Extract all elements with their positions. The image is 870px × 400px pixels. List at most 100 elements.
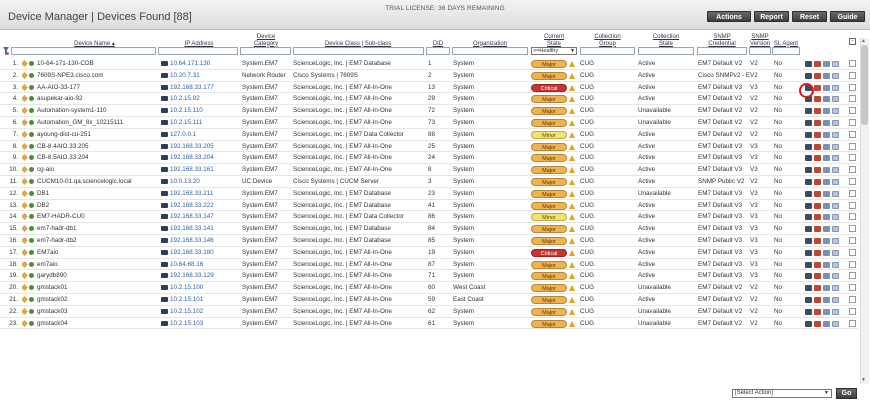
row-checkbox[interactable] — [849, 118, 856, 126]
status-badge[interactable]: Major — [531, 95, 567, 104]
edit-icon[interactable] — [22, 71, 29, 79]
device-name-link[interactable]: gmstack01 — [37, 282, 152, 294]
col-snmp-credential[interactable]: SNMP Credential — [697, 30, 747, 47]
ticket-icon[interactable] — [823, 108, 830, 115]
ticket-icon[interactable] — [823, 214, 830, 221]
status-badge[interactable]: Major — [531, 319, 567, 328]
ip-address[interactable]: 10.2.15.110 — [170, 105, 236, 117]
printer-icon[interactable] — [805, 249, 812, 256]
status-badge[interactable]: Major — [531, 142, 567, 151]
tools-icon[interactable] — [814, 249, 821, 256]
properties-icon[interactable] — [832, 96, 839, 103]
printer-icon[interactable] — [805, 261, 812, 268]
edit-icon[interactable] — [22, 225, 29, 233]
table-row[interactable]: 18. em7aio 10.64.68.16 System.EM7 Scienc… — [0, 259, 858, 271]
tools-icon[interactable] — [814, 72, 821, 79]
edit-icon[interactable] — [22, 284, 29, 292]
properties-icon[interactable] — [832, 296, 839, 303]
table-row[interactable]: 2. 7609S-NPE3.cisco.com 10.20.7.31 Netwo… — [0, 70, 858, 82]
device-name-link[interactable]: EM7-HADR-CU0 — [37, 211, 152, 223]
col-ip-address[interactable]: IP Address — [161, 30, 237, 47]
properties-icon[interactable] — [832, 143, 839, 150]
status-badge[interactable]: Major — [531, 272, 567, 281]
printer-icon[interactable] — [805, 131, 812, 138]
status-badge[interactable]: Major — [531, 307, 567, 316]
row-checkbox[interactable] — [849, 260, 856, 268]
edit-icon[interactable] — [22, 177, 29, 186]
tools-icon[interactable] — [814, 285, 821, 292]
properties-icon[interactable] — [832, 84, 839, 91]
ticket-icon[interactable] — [823, 202, 830, 209]
table-row[interactable]: 11. CUCM10-01.qa.sciencelogic.local 10.0… — [0, 176, 858, 188]
device-name-link[interactable]: gmstack02 — [37, 294, 152, 306]
filter-current-state-select[interactable]: >=Healthy ▼ — [531, 47, 577, 55]
col-collection-group[interactable]: Collection Group — [580, 30, 635, 47]
edit-icon[interactable] — [22, 260, 29, 268]
table-row[interactable]: 15. em7-hadr-db1 192.168.33.141 System.E… — [0, 223, 858, 235]
row-checkbox[interactable] — [849, 284, 856, 292]
table-row[interactable]: 19. garydb890 192.168.33.129 System.EM7 … — [0, 270, 858, 283]
edit-icon[interactable] — [22, 130, 29, 138]
status-badge[interactable]: Major — [531, 166, 567, 175]
tools-icon[interactable] — [814, 131, 821, 138]
device-name-link[interactable]: CB-8.5AIO.33.204 — [37, 152, 152, 164]
edit-icon[interactable] — [22, 107, 29, 115]
tools-icon[interactable] — [814, 143, 821, 150]
ip-address[interactable]: 10.20.7.31 — [170, 70, 236, 82]
printer-icon[interactable] — [805, 178, 812, 185]
table-row[interactable]: 5. Automation-system1-110 10.2.15.110 Sy… — [0, 105, 858, 117]
table-row[interactable]: 7. ayoung-dist-cu-251 127.0.0.1 System.E… — [0, 129, 858, 141]
status-badge[interactable]: Major — [531, 225, 567, 234]
ip-address[interactable]: 192.168.33.180 — [170, 247, 236, 259]
tools-icon[interactable] — [814, 308, 821, 315]
edit-icon[interactable] — [22, 166, 29, 174]
table-row[interactable]: 9. CB-8.5AIO.33.204 192.168.33.204 Syste… — [0, 152, 858, 165]
ip-address[interactable]: 192.168.33.161 — [170, 164, 236, 176]
edit-icon[interactable] — [22, 236, 29, 244]
printer-icon[interactable] — [805, 320, 812, 327]
filter-snmp-version[interactable] — [749, 47, 771, 55]
reset-button[interactable]: Reset — [792, 11, 827, 22]
device-name-link[interactable]: em7aio — [37, 259, 152, 271]
ticket-icon[interactable] — [823, 285, 830, 292]
ticket-icon[interactable] — [823, 226, 830, 233]
guide-button[interactable]: Guide — [830, 11, 865, 22]
ip-address[interactable]: 10.2.15.101 — [170, 294, 236, 306]
status-badge[interactable]: Major — [531, 60, 567, 68]
row-checkbox[interactable] — [849, 154, 856, 162]
printer-icon[interactable] — [805, 296, 812, 303]
status-badge[interactable]: Major — [531, 107, 567, 116]
edit-icon[interactable] — [22, 319, 29, 327]
ip-address[interactable]: 10.2.15.102 — [170, 306, 236, 318]
properties-icon[interactable] — [832, 308, 839, 315]
row-checkbox[interactable] — [849, 95, 856, 103]
properties-icon[interactable] — [832, 226, 839, 233]
properties-icon[interactable] — [832, 72, 839, 79]
filter-device-class[interactable] — [293, 47, 424, 55]
status-badge[interactable]: Major — [531, 118, 567, 127]
filter-organization[interactable] — [452, 47, 528, 55]
filter-ip-address[interactable] — [158, 47, 238, 55]
row-checkbox[interactable] — [849, 107, 856, 115]
properties-icon[interactable] — [832, 214, 839, 221]
printer-icon[interactable] — [805, 285, 812, 292]
edit-icon[interactable] — [22, 189, 29, 197]
ticket-icon[interactable] — [823, 72, 830, 79]
properties-icon[interactable] — [832, 131, 839, 138]
ticket-icon[interactable] — [823, 84, 830, 91]
col-sl-agent[interactable]: SL Agent — [772, 30, 800, 47]
tools-icon[interactable] — [814, 108, 821, 115]
ip-address[interactable]: 10.2.15.111 — [170, 117, 236, 129]
table-row[interactable]: 3. AA-AIO-33-177 192.168.33.177 System.E… — [0, 82, 858, 94]
ip-address[interactable]: 10.64.171.130 — [170, 58, 236, 70]
actions-button[interactable]: Actions — [707, 11, 751, 22]
properties-icon[interactable] — [832, 108, 839, 115]
ticket-icon[interactable] — [823, 237, 830, 244]
status-badge[interactable]: Major — [531, 260, 567, 269]
ip-address[interactable]: 192.168.33.147 — [170, 211, 236, 223]
edit-icon[interactable] — [22, 248, 29, 256]
tools-icon[interactable] — [814, 273, 821, 280]
row-checkbox[interactable] — [849, 201, 856, 209]
status-badge[interactable]: Major — [531, 201, 567, 210]
table-row[interactable]: 17. EM7aio 192.168.33.180 System.EM7 Sci… — [0, 247, 858, 259]
